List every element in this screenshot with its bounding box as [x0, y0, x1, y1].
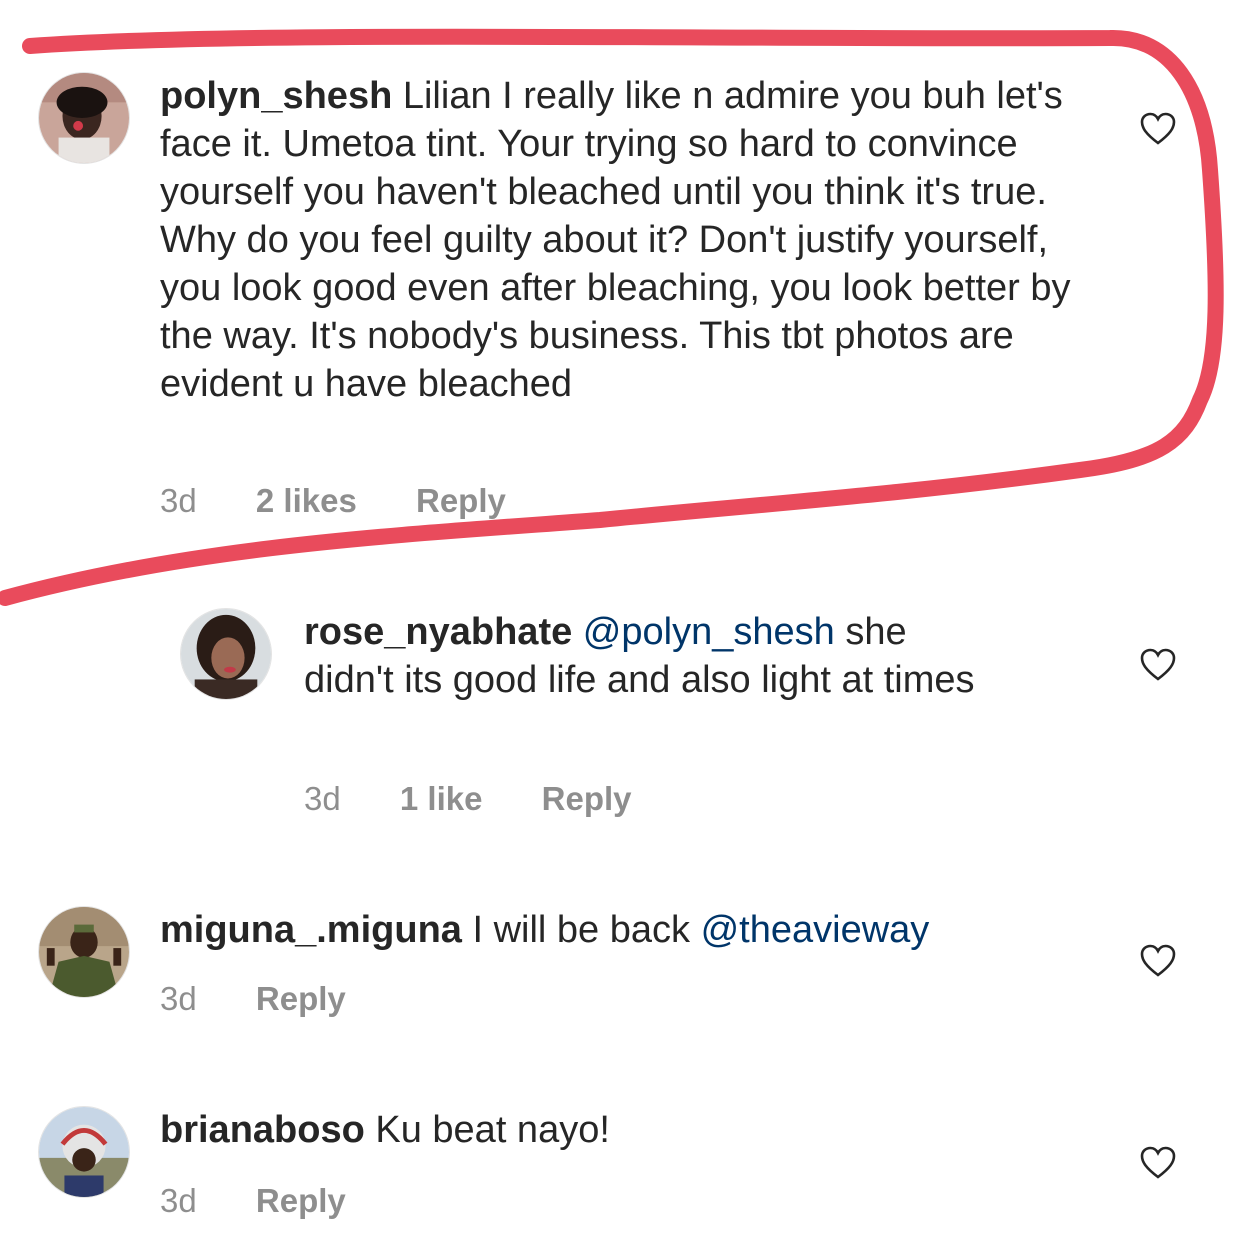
comment-meta: 3d 1 like Reply [304, 780, 632, 818]
reply-button[interactable]: Reply [542, 780, 632, 818]
timestamp: 3d [160, 980, 197, 1017]
heart-outline-icon[interactable] [1140, 112, 1176, 146]
username-link[interactable]: rose_nyabhate [304, 611, 572, 653]
timestamp: 3d [304, 780, 341, 817]
reply-button[interactable]: Reply [416, 482, 506, 520]
comment-meta: 3d 2 likes Reply [160, 482, 506, 520]
username-link[interactable]: polyn_shesh [160, 75, 392, 117]
reply-button[interactable]: Reply [256, 980, 346, 1018]
timestamp: 3d [160, 1182, 197, 1219]
likes-count[interactable]: 1 like [400, 780, 483, 818]
comment-meta: 3d Reply [160, 1182, 346, 1220]
heart-outline-icon[interactable] [1140, 648, 1176, 682]
avatar[interactable] [38, 1106, 130, 1198]
username-link[interactable]: brianaboso [160, 1109, 365, 1151]
comment-body: rose_nyabhate @polyn_shesh she didn't it… [304, 608, 1004, 704]
reply-button[interactable]: Reply [256, 1182, 346, 1220]
comment-body: miguna_.miguna I will be back @theaviewa… [160, 906, 1120, 954]
comment-body: polyn_shesh Lilian I really like n admir… [160, 72, 1090, 408]
comment-text: Ku beat nayo! [375, 1109, 610, 1151]
timestamp: 3d [160, 482, 197, 519]
heart-outline-icon[interactable] [1140, 944, 1176, 978]
avatar[interactable] [180, 608, 272, 700]
comment-body: brianaboso Ku beat nayo! [160, 1106, 1120, 1154]
username-link[interactable]: miguna_.miguna [160, 909, 462, 951]
comment-text: Lilian I really like n admire you buh le… [160, 75, 1071, 405]
mention-link[interactable]: @polyn_shesh [583, 611, 835, 653]
avatar[interactable] [38, 906, 130, 998]
comment-meta: 3d Reply [160, 980, 346, 1018]
avatar[interactable] [38, 72, 130, 164]
heart-outline-icon[interactable] [1140, 1146, 1176, 1180]
mention-link[interactable]: @theavieway [701, 909, 930, 951]
comment-text: I will be back [472, 909, 691, 951]
likes-count[interactable]: 2 likes [256, 482, 357, 520]
